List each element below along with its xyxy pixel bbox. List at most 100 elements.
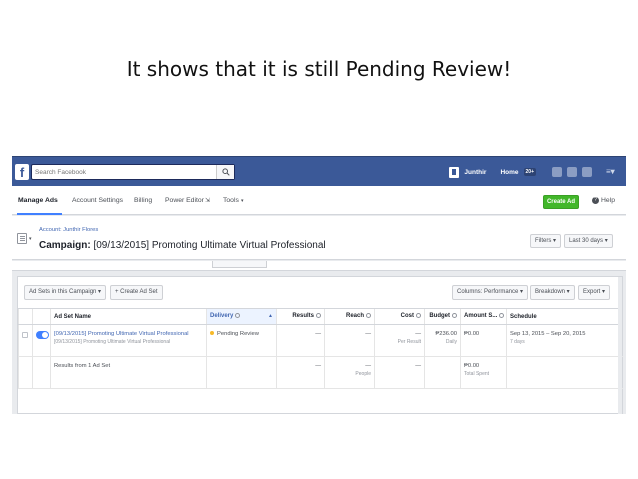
ad-set-campaign-sub: [09/13/2015] Promoting Ultimate Virtual …: [54, 339, 171, 345]
amount-total-cell: ₱0.00 Total Spent: [460, 356, 507, 389]
summary-label: Results from 1 Ad Set: [50, 356, 207, 389]
reach-total: —: [365, 363, 371, 369]
messages-icon[interactable]: [567, 167, 577, 177]
col-schedule[interactable]: Schedule: [506, 308, 623, 325]
campaign-title: Campaign: [09/13/2015] Promoting Ultimat…: [39, 240, 326, 251]
table-summary-row: Results from 1 Ad Set — — People — ₱0.00…: [18, 356, 623, 389]
row-checkbox-cell: [18, 324, 33, 357]
empty-cell: [18, 356, 33, 389]
col-results[interactable]: Results: [276, 308, 325, 325]
breakdown-dropdown[interactable]: Breakdown ▾: [530, 285, 575, 300]
campaign-icon[interactable]: [17, 233, 27, 244]
toggle-header-cell: [32, 308, 51, 325]
row-checkbox[interactable]: [22, 332, 28, 338]
budget-cell: ₱236.00 Daily: [424, 324, 461, 357]
info-icon[interactable]: [366, 313, 371, 319]
help-icon: ?: [592, 197, 599, 204]
help-link[interactable]: ? Help: [592, 197, 615, 204]
info-icon[interactable]: [316, 313, 321, 319]
facebook-top-bar: f Junthir Home 20+ ≡▾: [12, 156, 626, 186]
help-label: Help: [601, 197, 615, 204]
cost-sub: Per Result: [397, 339, 421, 345]
empty-cell: [506, 356, 623, 389]
empty-cell: [206, 356, 277, 389]
info-icon[interactable]: [499, 313, 505, 319]
table-row[interactable]: [09/13/2015] Promoting Ultimate Virtual …: [18, 324, 623, 357]
col-amount-spent[interactable]: Amount S...: [460, 308, 507, 325]
nav-billing[interactable]: Billing: [134, 197, 152, 204]
facebook-ads-manager-screenshot: f Junthir Home 20+ ≡▾ Manage Ads Account…: [12, 156, 626, 414]
adsets-filter-dropdown[interactable]: Ad Sets in this Campaign ▾: [24, 285, 107, 300]
cost-total: —: [374, 356, 425, 389]
empty-cell: [32, 356, 51, 389]
filters-button[interactable]: Filters ▾: [530, 234, 562, 248]
active-tab-underline: [17, 213, 62, 215]
date-range-button[interactable]: Last 30 days ▾: [564, 234, 613, 248]
campaign-header: ▾ Account: Junthir Flores Campaign: [09/…: [12, 216, 626, 260]
col-budget[interactable]: Budget: [424, 308, 461, 325]
search-button[interactable]: [216, 165, 234, 179]
external-link-icon: ⇲: [205, 198, 211, 204]
ad-set-name-link[interactable]: [09/13/2015] Promoting Ultimate Virtual …: [54, 331, 203, 337]
search-icon: [222, 168, 230, 176]
nav-account-settings[interactable]: Account Settings: [72, 197, 123, 204]
globe-icon[interactable]: [582, 167, 592, 177]
col-results-label: Results: [292, 313, 314, 320]
chevron-down-icon: ▾: [241, 198, 244, 204]
home-count-badge: 20+: [523, 168, 536, 176]
ad-sets-table: Ad Set Name Delivery ▲ Results Reach Cost…: [18, 308, 623, 389]
col-cost-label: Cost: [400, 313, 414, 320]
info-icon[interactable]: [235, 313, 241, 319]
table-scrollbar[interactable]: [618, 277, 622, 414]
info-icon[interactable]: [416, 313, 421, 319]
account-breadcrumb[interactable]: Account: Junthir Flores: [39, 227, 98, 233]
col-delivery[interactable]: Delivery ▲: [206, 308, 277, 325]
create-ad-button[interactable]: Create Ad: [543, 195, 579, 209]
col-ad-set-name[interactable]: Ad Set Name: [50, 308, 207, 325]
columns-dropdown[interactable]: Columns: Performance ▾: [452, 285, 529, 300]
chart-strip: [12, 261, 626, 271]
delivery-status: Pending Review: [217, 331, 259, 337]
campaign-label: Campaign:: [39, 240, 91, 251]
amount-total-sub: Total Spent: [464, 371, 490, 377]
table-header-row: Ad Set Name Delivery ▲ Results Reach Cost…: [18, 308, 623, 325]
schedule-dates: Sep 13, 2015 – Sep 20, 2015: [510, 331, 586, 337]
home-link[interactable]: Home: [500, 169, 518, 176]
reach-cell: —: [324, 324, 375, 357]
ad-sets-panel: Ad Sets in this Campaign ▾ + Create Ad S…: [17, 276, 623, 414]
col-reach[interactable]: Reach: [324, 308, 375, 325]
select-all-cell: [18, 308, 33, 325]
ad-set-status-toggle[interactable]: [36, 331, 49, 339]
col-cost[interactable]: Cost: [374, 308, 425, 325]
cost-cell: — Per Result: [374, 324, 425, 357]
campaign-name: [09/13/2015] Promoting Ultimate Virtual …: [93, 240, 326, 251]
settings-menu-icon[interactable]: ≡▾: [606, 167, 620, 177]
reach-total-cell: — People: [324, 356, 375, 389]
chart-toggle-tab[interactable]: [212, 261, 267, 268]
nav-tools[interactable]: Tools: [223, 197, 239, 204]
amount-spent-cell: ₱0.00: [460, 324, 507, 357]
schedule-duration: 7 days: [510, 339, 525, 345]
col-amount-label: Amount S...: [464, 313, 498, 320]
nav-power-editor[interactable]: Power Editor: [165, 197, 204, 204]
nav-manage-ads[interactable]: Manage Ads: [18, 197, 58, 204]
results-cell: —: [276, 324, 325, 357]
friend-requests-icon[interactable]: [552, 167, 562, 177]
search-input[interactable]: [32, 165, 217, 179]
empty-cell: [424, 356, 461, 389]
create-ad-set-button[interactable]: + Create Ad Set: [110, 285, 163, 300]
col-delivery-label: Delivery: [210, 313, 234, 320]
search-box: [31, 164, 235, 180]
export-dropdown[interactable]: Export ▾: [578, 285, 611, 300]
info-icon[interactable]: [452, 313, 457, 319]
facebook-logo-icon[interactable]: f: [15, 164, 29, 180]
top-bar-right: Junthir Home 20+ ≡▾: [449, 166, 620, 178]
budget-value: ₱236.00: [435, 331, 457, 337]
avatar[interactable]: [449, 166, 460, 178]
chevron-down-icon[interactable]: ▾: [29, 236, 32, 242]
delivery-cell: Pending Review: [206, 324, 277, 357]
pending-status-dot-icon: [210, 331, 214, 336]
row-toggle-cell: [32, 324, 51, 357]
ads-nav-bar: Manage Ads Account Settings Billing Powe…: [12, 186, 626, 215]
user-name-link[interactable]: Junthir: [464, 169, 486, 176]
